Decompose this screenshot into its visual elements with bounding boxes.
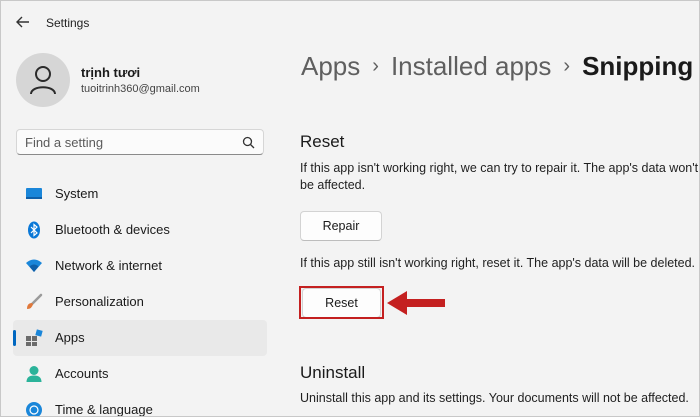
reset-section-title: Reset xyxy=(300,132,345,151)
bluetooth-icon xyxy=(25,221,43,239)
settings-window: Settings trịnh tươi tuoitrinh360@gmail.c… xyxy=(0,0,700,417)
repair-description: If this app isn't working right, we can … xyxy=(300,161,699,192)
sidebar-nav: System Bluetooth & devices Network & int… xyxy=(13,176,267,417)
sidebar-item-personalization[interactable]: Personalization xyxy=(13,284,267,320)
globe-clock-icon xyxy=(25,401,43,416)
monitor-icon xyxy=(25,185,43,203)
sidebar-item-network[interactable]: Network & internet xyxy=(13,248,267,284)
search-icon xyxy=(242,136,255,154)
avatar[interactable] xyxy=(16,53,70,107)
search-input[interactable]: Find a setting xyxy=(16,129,264,155)
reset-description: If this app still isn't working right, r… xyxy=(300,256,696,270)
search-placeholder: Find a setting xyxy=(25,135,104,150)
sidebar-item-label: Network & internet xyxy=(55,258,162,273)
repair-button[interactable]: Repair xyxy=(300,211,382,241)
annotation-arrow-icon xyxy=(387,290,445,321)
wifi-icon xyxy=(25,257,43,275)
sidebar-item-label: System xyxy=(55,186,99,201)
user-email: tuoitrinh360@gmail.com xyxy=(81,83,200,95)
title-bar: Settings xyxy=(1,1,699,45)
sidebar-item-label: Time & language xyxy=(55,402,153,417)
user-name: trịnh tươi xyxy=(81,65,141,80)
app-title: Settings xyxy=(46,16,90,30)
sidebar-item-apps[interactable]: Apps xyxy=(13,320,267,356)
sidebar-item-label: Bluetooth & devices xyxy=(55,222,170,237)
chevron-right-icon: › xyxy=(563,55,571,77)
breadcrumb-installed-apps[interactable]: Installed apps xyxy=(391,51,551,81)
sidebar-item-system[interactable]: System xyxy=(13,176,267,212)
annotation-highlight-box xyxy=(299,286,384,319)
chevron-right-icon: › xyxy=(372,55,379,77)
sidebar-item-label: Personalization xyxy=(55,294,144,309)
person-icon xyxy=(25,365,43,383)
apps-icon xyxy=(25,329,43,347)
sidebar-item-bluetooth[interactable]: Bluetooth & devices xyxy=(13,212,267,248)
sidebar-item-label: Apps xyxy=(55,330,85,345)
back-arrow-icon[interactable] xyxy=(13,12,33,32)
sidebar-item-label: Accounts xyxy=(55,366,109,381)
breadcrumb-current-page: Snipping T xyxy=(582,51,699,81)
uninstall-description: Uninstall this app and its settings. You… xyxy=(300,391,689,405)
breadcrumb-apps[interactable]: Apps xyxy=(301,51,360,81)
sidebar-item-time-language[interactable]: Time & language xyxy=(13,392,267,417)
person-icon xyxy=(30,66,56,95)
brush-icon xyxy=(25,293,43,311)
breadcrumb: Apps › Installed apps › Snipping T xyxy=(301,51,699,82)
sidebar-item-accounts[interactable]: Accounts xyxy=(13,356,267,392)
uninstall-section-title: Uninstall xyxy=(300,363,366,382)
